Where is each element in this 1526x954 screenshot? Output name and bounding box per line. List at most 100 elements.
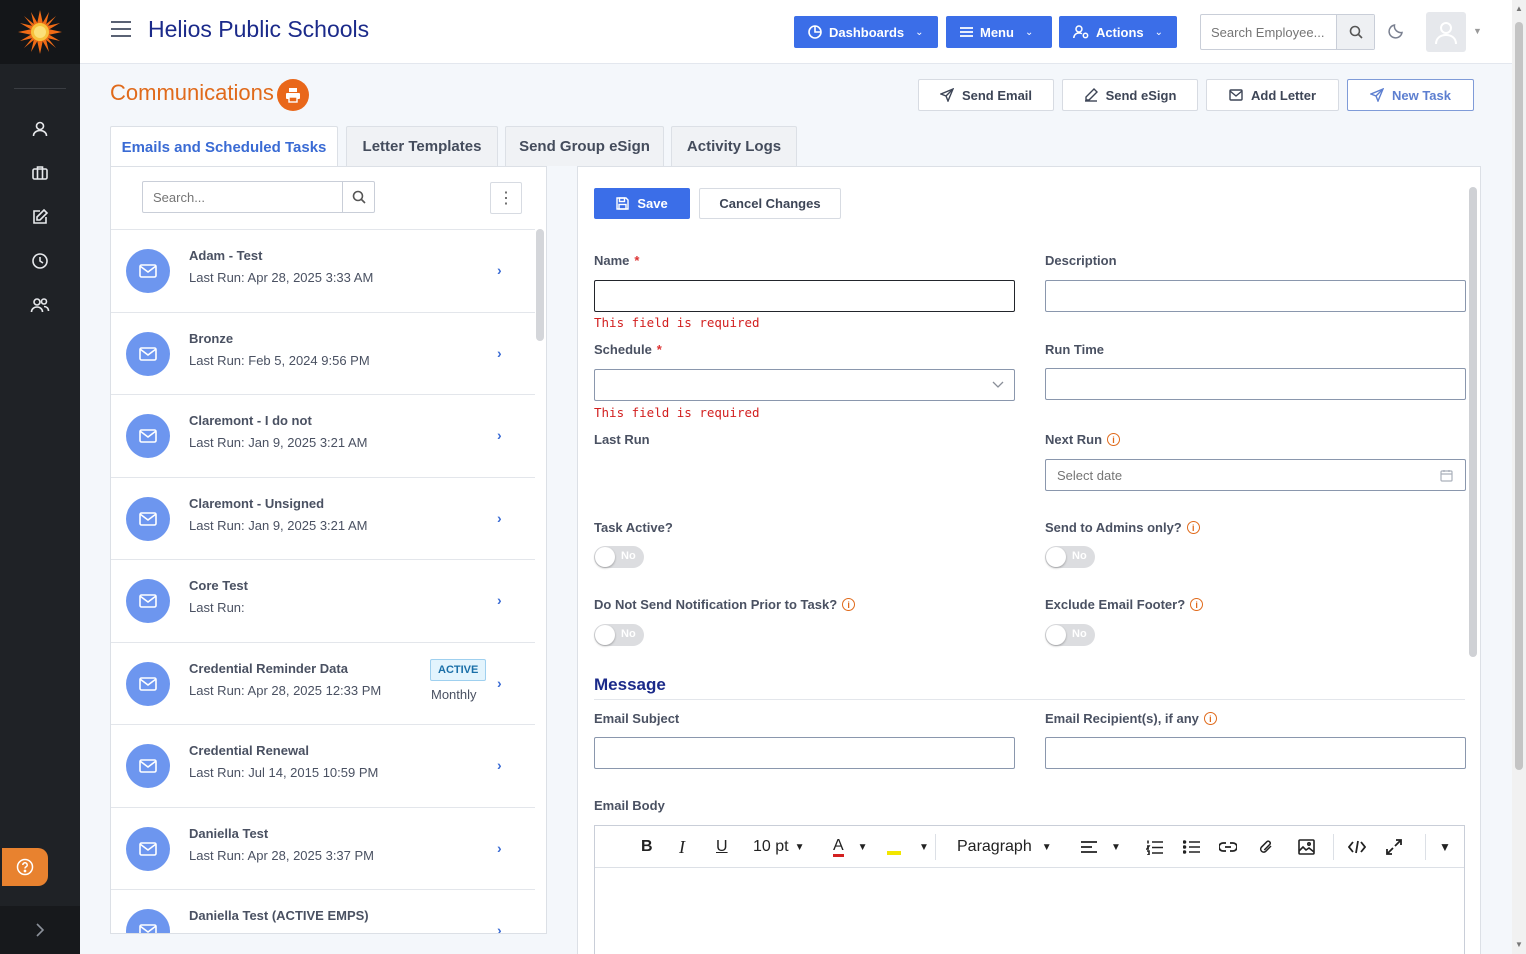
user-icon[interactable]: [28, 117, 52, 141]
dark-mode-toggle[interactable]: [1388, 21, 1406, 44]
run-time-input[interactable]: [1046, 369, 1465, 399]
task-active-toggle[interactable]: No: [594, 546, 644, 568]
email-recipients-field[interactable]: [1045, 737, 1466, 769]
tab-activity-logs[interactable]: Activity Logs: [671, 126, 797, 166]
scrollbar-thumb[interactable]: [1515, 22, 1523, 770]
email-recipients-input[interactable]: [1046, 738, 1465, 768]
save-button[interactable]: Save: [594, 188, 690, 219]
chevron-right-icon[interactable]: ›: [497, 427, 502, 443]
actions-button[interactable]: Actions ⌄: [1059, 16, 1177, 48]
ordered-list-icon[interactable]: [1146, 834, 1163, 860]
scroll-up-icon[interactable]: ▲: [1515, 4, 1523, 13]
next-run-input[interactable]: [1046, 460, 1465, 490]
logo[interactable]: [0, 0, 80, 64]
employee-search-input[interactable]: [1201, 15, 1336, 49]
send-esign-button[interactable]: Send eSign: [1062, 79, 1198, 111]
users-icon[interactable]: [28, 293, 52, 317]
list-search-input[interactable]: [143, 182, 342, 212]
send-email-label: Send Email: [961, 87, 1033, 103]
list-item[interactable]: Daniella Test Last Run: Apr 28, 2025 3:37…: [111, 806, 535, 889]
list-item[interactable]: Claremont - Unsigned Last Run: Jan 9, 202…: [111, 476, 535, 559]
no-notify-toggle[interactable]: No: [594, 624, 644, 646]
sun-logo-icon: [18, 10, 62, 54]
bullet-list-icon[interactable]: [1183, 834, 1200, 860]
fullscreen-icon[interactable]: [1386, 834, 1402, 860]
form-scrollbar[interactable]: [1469, 187, 1477, 657]
briefcase-icon[interactable]: [28, 161, 52, 185]
bold-icon[interactable]: B: [641, 834, 653, 860]
hamburger-menu-icon[interactable]: [110, 19, 132, 39]
name-input[interactable]: [595, 281, 1014, 311]
print-button[interactable]: [277, 79, 309, 111]
employee-search-button[interactable]: [1336, 15, 1374, 49]
avatar[interactable]: [1426, 12, 1466, 52]
mail-icon: [126, 414, 170, 458]
text-color-icon[interactable]: A ▼: [833, 834, 868, 860]
list-options-button[interactable]: ⋮: [490, 182, 522, 214]
help-button[interactable]: [2, 848, 48, 886]
sidebar-expand-button[interactable]: [0, 906, 80, 954]
align-icon[interactable]: ▼: [1081, 834, 1121, 860]
menu-button[interactable]: Menu ⌄: [946, 16, 1052, 48]
scroll-down-icon[interactable]: ▼: [1515, 940, 1523, 949]
highlight-icon[interactable]: ▼: [887, 834, 929, 860]
tab-send-group-esign[interactable]: Send Group eSign: [505, 126, 664, 166]
email-subject-field[interactable]: [594, 737, 1015, 769]
tab-letter-templates[interactable]: Letter Templates: [346, 126, 498, 166]
chevron-right-icon[interactable]: ›: [497, 345, 502, 361]
chevron-down-icon[interactable]: ▼: [1473, 26, 1482, 36]
chevron-right-icon[interactable]: ›: [497, 262, 502, 278]
image-icon[interactable]: [1298, 834, 1315, 860]
chevron-right-icon[interactable]: ›: [497, 757, 502, 773]
underline-icon[interactable]: U: [716, 834, 728, 860]
cancel-changes-button[interactable]: Cancel Changes: [699, 188, 841, 219]
description-input[interactable]: [1046, 281, 1465, 311]
page-title: Communications: [110, 80, 274, 105]
name-field[interactable]: [594, 280, 1015, 312]
info-icon[interactable]: i: [1203, 712, 1217, 725]
add-letter-button[interactable]: Add Letter: [1206, 79, 1339, 111]
list-item[interactable]: Credential Reminder Data Last Run: Apr 28…: [111, 641, 535, 724]
link-icon[interactable]: [1219, 834, 1237, 860]
list-item[interactable]: Bronze Last Run: Feb 5, 2024 9:56 PM ›: [111, 311, 535, 394]
new-task-button[interactable]: New Task: [1347, 79, 1474, 111]
chevron-right-icon[interactable]: ›: [497, 510, 502, 526]
info-icon[interactable]: i: [1190, 598, 1204, 611]
page-scrollbar[interactable]: ▲ ▼: [1512, 0, 1526, 954]
list-item-last-run: Last Run: Jan 9, 2025 3:21 AM: [189, 517, 368, 533]
list-item[interactable]: Daniella Test (ACTIVE EMPS) Last Run: Apr…: [111, 889, 535, 933]
attachment-icon[interactable]: [1259, 834, 1273, 860]
info-icon[interactable]: i: [842, 598, 856, 611]
send-admins-toggle[interactable]: No: [1045, 546, 1095, 568]
chevron-right-icon[interactable]: ›: [497, 922, 502, 933]
list-item[interactable]: Adam - Test Last Run: Apr 28, 2025 3:33 A…: [111, 229, 535, 311]
italic-icon[interactable]: I: [679, 834, 685, 860]
caret-down-icon: ▼: [794, 841, 805, 853]
dashboards-button[interactable]: Dashboards ⌄: [794, 16, 938, 48]
list-scrollbar[interactable]: [536, 229, 544, 341]
mail-icon: [126, 744, 170, 788]
exclude-footer-toggle[interactable]: No: [1045, 624, 1095, 646]
edit-icon[interactable]: [28, 205, 52, 229]
list-item[interactable]: Core Test Last Run: ›: [111, 559, 535, 641]
chevron-right-icon[interactable]: ›: [497, 675, 502, 691]
schedule-select[interactable]: [594, 369, 1015, 401]
more-icon[interactable]: ▼: [1439, 834, 1451, 860]
description-field[interactable]: [1045, 280, 1466, 312]
clock-icon[interactable]: [28, 249, 52, 273]
list-search-button[interactable]: [342, 182, 374, 212]
tab-emails-scheduled-tasks[interactable]: Emails and Scheduled Tasks: [110, 126, 338, 167]
chevron-right-icon[interactable]: ›: [497, 592, 502, 608]
block-format-select[interactable]: Paragraph ▼: [957, 834, 1052, 860]
list-item[interactable]: Claremont - I do not Last Run: Jan 9, 202…: [111, 394, 535, 476]
send-email-button[interactable]: Send Email: [918, 79, 1054, 111]
email-subject-input[interactable]: [595, 738, 1014, 768]
code-icon[interactable]: [1348, 834, 1366, 860]
next-run-datepicker[interactable]: [1045, 459, 1466, 491]
font-size-select[interactable]: 10 pt ▼: [753, 834, 805, 860]
info-icon[interactable]: i: [1186, 521, 1200, 534]
run-time-field[interactable]: [1045, 368, 1466, 400]
info-icon[interactable]: i: [1107, 433, 1121, 446]
list-item[interactable]: Credential Renewal Last Run: Jul 14, 2015…: [111, 724, 535, 806]
chevron-right-icon[interactable]: ›: [497, 840, 502, 856]
